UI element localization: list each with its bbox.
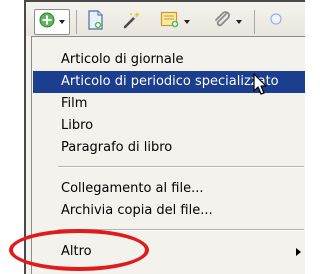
toolbar-separator bbox=[76, 10, 77, 34]
new-standalone-note-button[interactable] bbox=[84, 9, 106, 35]
add-attachment-button[interactable] bbox=[208, 9, 246, 35]
chevron-down-icon bbox=[184, 20, 190, 24]
menu-item-store-file-copy[interactable]: Archivia copia del file... bbox=[33, 200, 305, 222]
search-icon bbox=[267, 12, 283, 32]
menu-item-label: Film bbox=[61, 96, 88, 111]
menu-item-label: Collegamento al file... bbox=[61, 181, 204, 196]
menu-item-newspaper-article[interactable]: Articolo di giornale bbox=[33, 49, 305, 71]
mouse-cursor-icon bbox=[253, 73, 269, 101]
new-note-menu-button[interactable] bbox=[158, 9, 192, 35]
menu-item-label: Libro bbox=[61, 118, 94, 133]
attachment-icon bbox=[212, 10, 232, 34]
menu-separator bbox=[58, 166, 304, 168]
magic-wand-icon bbox=[122, 10, 142, 34]
menu-item-label: Articolo di giornale bbox=[61, 52, 184, 67]
chevron-down-icon bbox=[59, 20, 65, 24]
toolbar-overflow-button[interactable] bbox=[264, 9, 286, 35]
annotation-ellipse bbox=[9, 229, 149, 271]
menu-item-link-to-file[interactable]: Collegamento al file... bbox=[33, 178, 305, 200]
add-item-icon bbox=[39, 12, 55, 32]
menu-item-book[interactable]: Libro bbox=[33, 115, 305, 137]
submenu-arrow-icon bbox=[296, 248, 301, 256]
new-note-dropdown-icon bbox=[160, 11, 180, 33]
add-by-identifier-button[interactable] bbox=[120, 9, 144, 35]
chevron-down-icon bbox=[236, 20, 242, 24]
toolbar-separator bbox=[254, 10, 255, 34]
menu-item-book-section[interactable]: Paragrafo di libro bbox=[33, 137, 305, 159]
menu-item-label: Paragrafo di libro bbox=[61, 140, 173, 155]
screenshot: Articolo di giornale Articolo di periodi… bbox=[0, 0, 305, 274]
toolbar bbox=[24, 0, 305, 38]
new-item-button[interactable] bbox=[34, 9, 70, 35]
menu-item-label: Archivia copia del file... bbox=[61, 203, 213, 218]
menu-item-label: Articolo di periodico specializzato bbox=[61, 74, 279, 89]
new-note-icon bbox=[86, 10, 104, 34]
